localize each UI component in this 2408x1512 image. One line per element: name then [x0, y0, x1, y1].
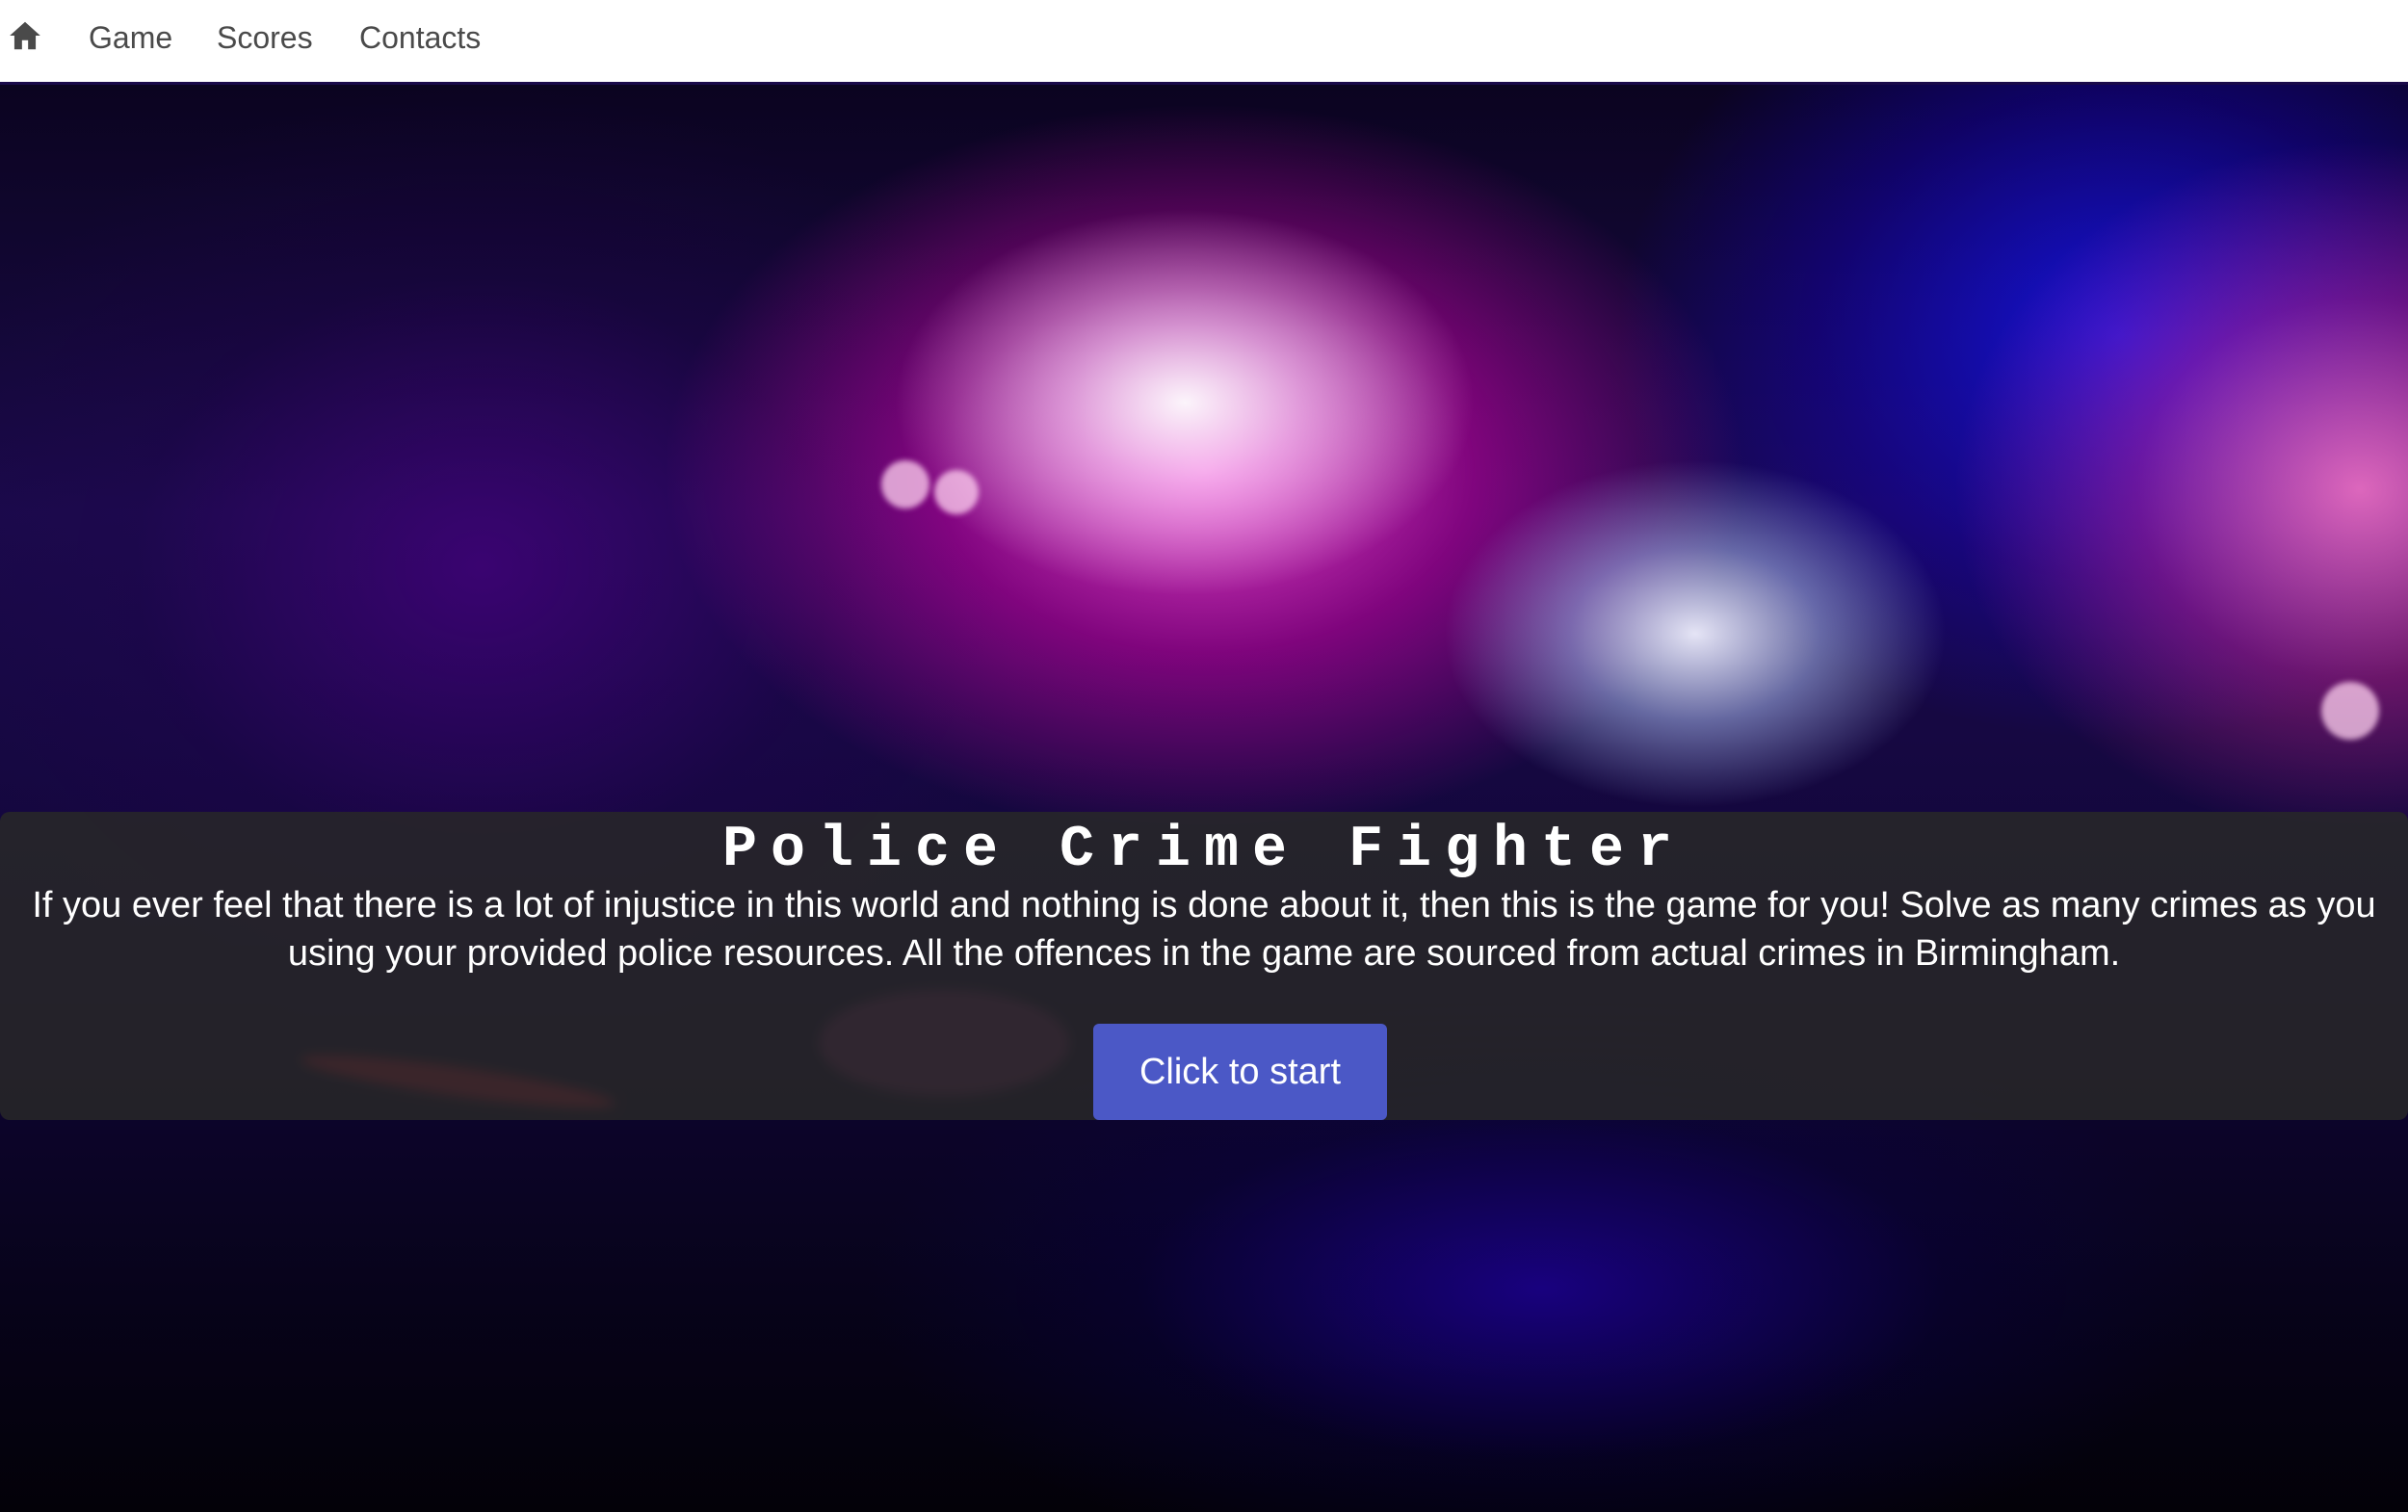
top-navbar: Game Scores Contacts [0, 0, 2408, 85]
description-line: using your provided police resources. Al… [287, 933, 2121, 974]
bokeh-light [2321, 682, 2379, 740]
start-button[interactable]: Click to start [1093, 1024, 1387, 1120]
nav-link-contacts[interactable]: Contacts [359, 15, 481, 60]
nav-link-game[interactable]: Game [89, 15, 172, 60]
bokeh-light [881, 460, 929, 508]
hero-overlay: Police Crime Fighter If you ever feel th… [0, 812, 2408, 1120]
description-line: If you ever feel that there is a lot of … [32, 885, 2376, 925]
nav-link-scores[interactable]: Scores [217, 15, 313, 60]
hero-background: Police Crime Fighter If you ever feel th… [0, 85, 2408, 1512]
home-icon[interactable] [7, 17, 43, 54]
page-title: Police Crime Fighter [721, 818, 1687, 883]
bokeh-light [934, 470, 979, 514]
game-description: If you ever feel that there is a lot of … [0, 881, 2408, 978]
